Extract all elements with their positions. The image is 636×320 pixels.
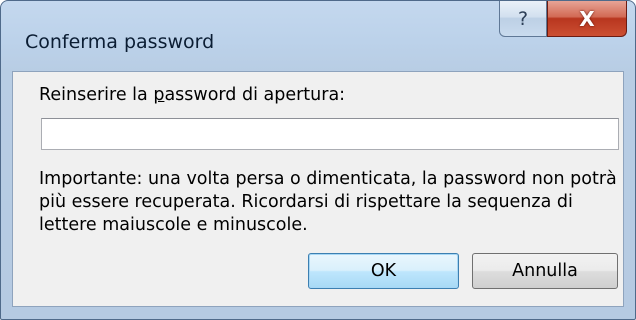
prompt-text-end: assword di apertura: bbox=[164, 85, 346, 105]
password-prompt-label: Reinserire la password di apertura: bbox=[39, 85, 345, 105]
ok-button-label: OK bbox=[370, 261, 397, 281]
password-input[interactable] bbox=[41, 118, 619, 150]
window-title: Conferma password bbox=[25, 31, 215, 53]
cancel-button-label: Annulla bbox=[512, 261, 578, 281]
ok-button[interactable]: OK bbox=[308, 253, 459, 289]
prompt-text-start: Reinserire la bbox=[39, 85, 154, 105]
prompt-mnemonic: p bbox=[153, 85, 165, 105]
dialog-window: Conferma password ? X Reinserire la pass… bbox=[0, 0, 636, 320]
close-icon: X bbox=[579, 6, 595, 31]
help-icon: ? bbox=[517, 7, 529, 30]
help-button[interactable]: ? bbox=[499, 1, 547, 37]
title-bar[interactable]: Conferma password ? X bbox=[1, 1, 635, 71]
dialog-body: Reinserire la password di apertura: Impo… bbox=[12, 71, 624, 307]
close-button[interactable]: X bbox=[547, 1, 627, 37]
cancel-button[interactable]: Annulla bbox=[472, 253, 618, 289]
warning-text: Importante: una volta persa o dimenticat… bbox=[39, 169, 617, 235]
